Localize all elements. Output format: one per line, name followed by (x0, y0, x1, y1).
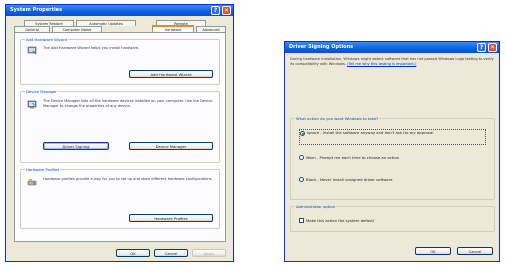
ok-button-driver-signing[interactable]: OK (415, 247, 451, 255)
radio-warn-label: Warn - Prompt me each time to choose an … (306, 154, 400, 160)
apply-button[interactable]: Apply (192, 249, 226, 257)
help-icon[interactable]: ? (211, 6, 220, 15)
driver-signing-title: Driver Signing Options (289, 44, 354, 50)
add-hardware-icon (27, 46, 37, 55)
device-manager-label: Device Manager (25, 89, 58, 94)
add-hardware-group: Add Hardware Wizard The Add Hardware Wiz… (20, 37, 220, 85)
add-hardware-wizard-button[interactable]: Add Hardware Wizard (129, 70, 213, 78)
radio-block-label: Block - Never install unsigned driver so… (306, 176, 393, 182)
ok-button[interactable]: OK (116, 249, 150, 257)
radio-warn-dot[interactable] (299, 154, 304, 160)
admin-option-group: Administrator option Make this action th… (290, 204, 495, 232)
driver-signing-window: Driver Signing Options ? ✕ During hardwa… (284, 41, 500, 262)
radio-block[interactable]: Block - Never install unsigned driver so… (299, 176, 392, 182)
title-bar-driver-signing[interactable]: Driver Signing Options ? ✕ (285, 42, 499, 53)
tab-hardware[interactable]: Hardware (152, 25, 194, 32)
driver-signing-button[interactable]: Driver Signing (43, 142, 109, 150)
action-group: What action do you want Windows to take?… (290, 116, 495, 200)
system-properties-window: System Properties ? ✕ System Restore Aut… (5, 4, 234, 262)
device-manager-icon (27, 100, 37, 109)
device-manager-group: Device Manager The Device Manager lists … (20, 89, 220, 163)
action-question: What action do you want Windows to take? (295, 116, 380, 121)
checkbox-box[interactable] (299, 217, 304, 223)
hardware-profiles-icon (27, 179, 37, 186)
window-title: System Properties (10, 7, 63, 13)
close-icon[interactable]: ✕ (222, 6, 231, 15)
hardware-profiles-label: Hardware Profiles (25, 167, 61, 172)
add-hardware-text: The Add Hardware Wizard helps you instal… (43, 46, 140, 50)
add-hardware-label: Add Hardware Wizard (25, 37, 69, 42)
cancel-button-driver-signing[interactable]: Cancel (457, 247, 493, 255)
driver-signing-intro: During hardware installation, Windows mi… (290, 57, 494, 66)
radio-ignore-label: Ignore - Install the software anyway and… (307, 130, 434, 135)
radio-ignore-dot[interactable] (300, 131, 305, 136)
testing-info-link[interactable]: (Tell me why this testing is important.) (347, 62, 416, 66)
hardware-panel: Add Hardware Wizard The Add Hardware Wiz… (14, 32, 226, 242)
hardware-profiles-text: Hardware profiles provide a way for you … (43, 177, 213, 181)
close-icon[interactable]: ✕ (488, 43, 497, 52)
device-manager-button[interactable]: Device Manager (129, 142, 213, 150)
title-bar[interactable]: System Properties ? ✕ (6, 5, 233, 16)
radio-warn[interactable]: Warn - Prompt me each time to choose an … (299, 154, 399, 160)
cancel-button[interactable]: Cancel (154, 249, 188, 257)
radio-block-dot[interactable] (299, 176, 304, 182)
help-icon[interactable]: ? (477, 43, 486, 52)
system-default-checkbox[interactable]: Make this action the system default (299, 217, 374, 223)
device-manager-text: The Device Manager lists all the hardwar… (43, 99, 213, 108)
radio-ignore[interactable]: Ignore - Install the software anyway and… (299, 129, 486, 145)
hardware-profiles-group: Hardware Profiles Hardware profiles prov… (20, 167, 220, 229)
system-default-label: Make this action the system default (306, 217, 374, 223)
hardware-profiles-button[interactable]: Hardware Profiles (129, 214, 213, 222)
admin-option-label: Administrator option (295, 204, 337, 209)
